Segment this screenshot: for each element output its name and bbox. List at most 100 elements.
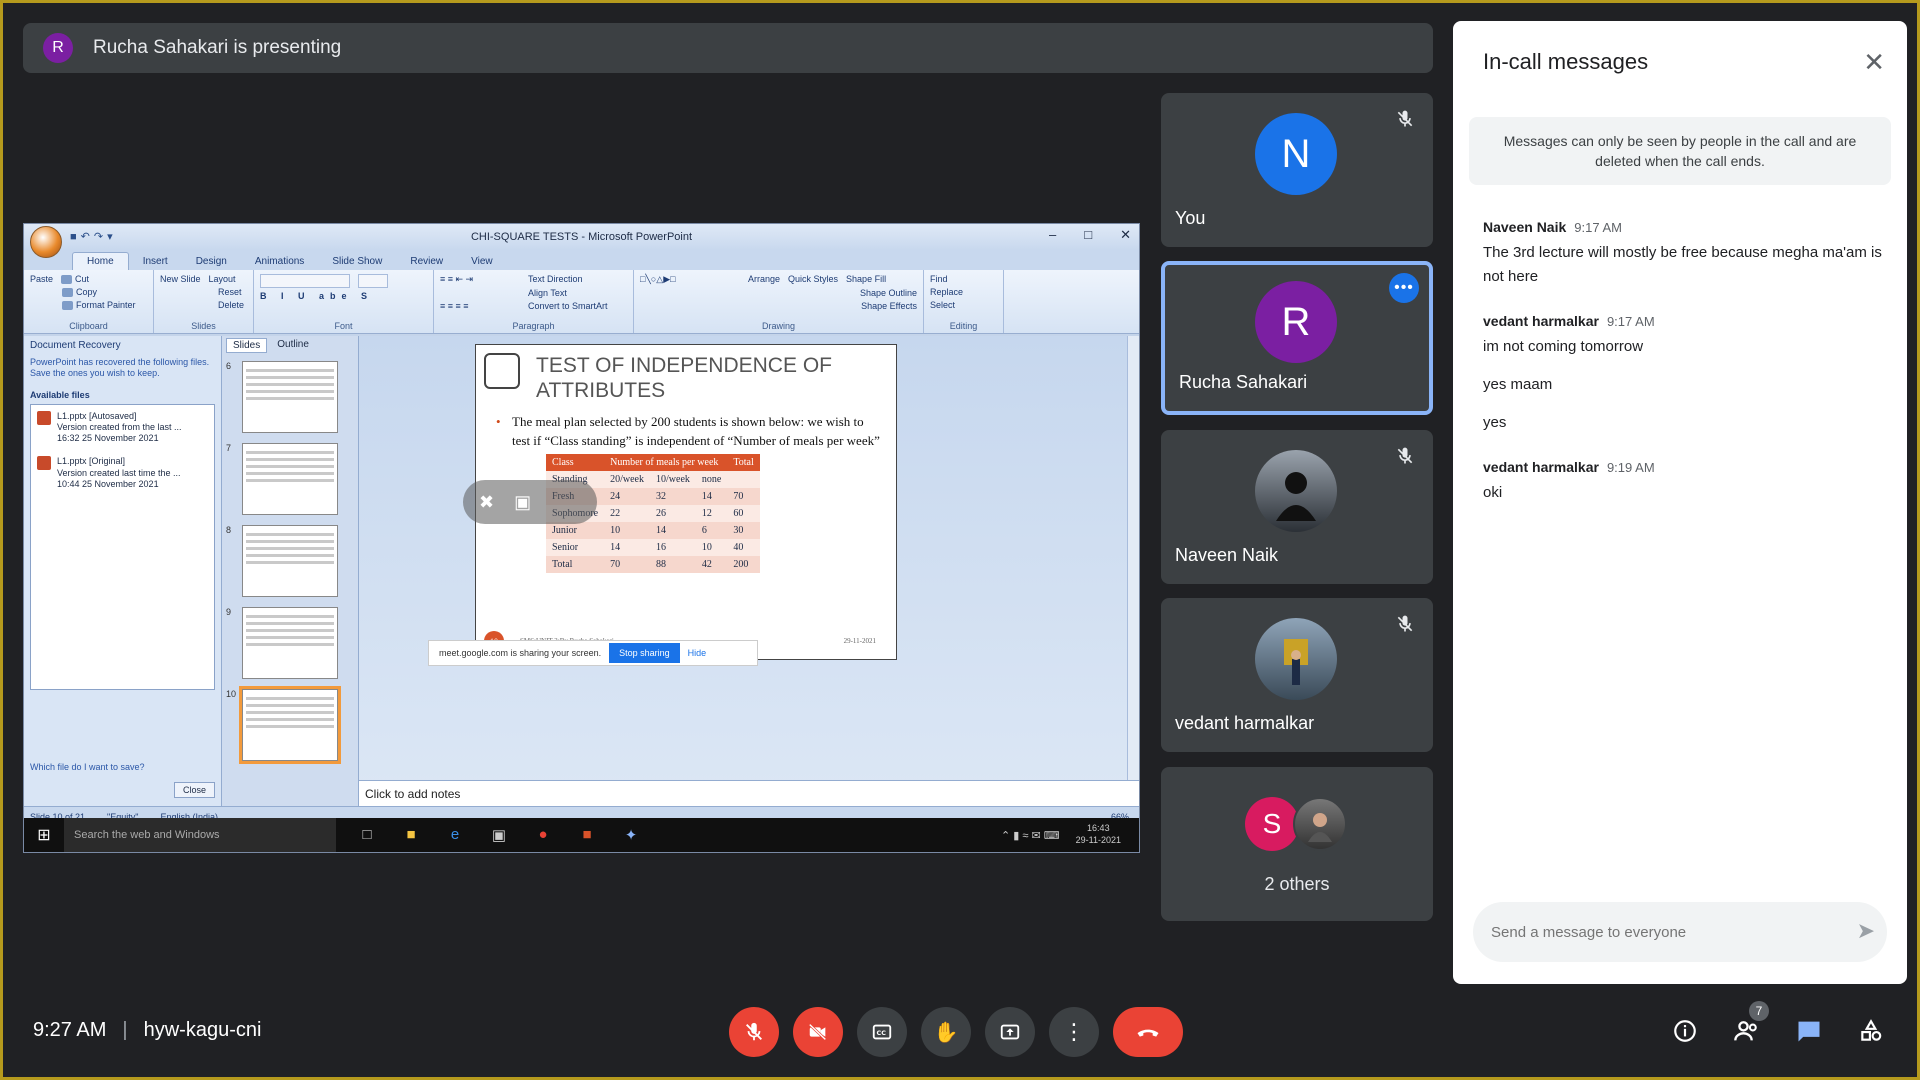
convert-smartart-button: Convert to SmartArt: [528, 301, 608, 311]
meeting-code[interactable]: hyw-kagu-cni: [144, 1019, 262, 1042]
slides-tab: Slides: [226, 338, 268, 353]
available-files-label: Available files: [30, 389, 90, 400]
mic-muted-icon: [1395, 109, 1415, 134]
captions-icon: CC: [872, 1024, 892, 1040]
table-cell: 24: [604, 487, 650, 505]
table-row: Junior 10 14 6 30: [546, 521, 760, 539]
participant-tile-vedant[interactable]: vedant harmalkar: [1161, 598, 1433, 752]
mic-muted-icon: [1395, 614, 1415, 639]
slide-date: 29-11-2021: [843, 637, 876, 645]
raise-hand-button[interactable]: ✋: [921, 1007, 971, 1057]
ppt-tab-animations: Animations: [254, 256, 305, 267]
select-button: Select: [930, 300, 956, 310]
copy-label: Copy: [76, 287, 98, 298]
font-size-box: [358, 274, 388, 288]
slide-thumbnail: 6: [226, 361, 354, 433]
table-cell: Senior: [546, 538, 605, 556]
chat-button[interactable]: [1793, 1015, 1825, 1047]
meeting-details-button[interactable]: [1669, 1015, 1701, 1047]
table-cell: 6: [695, 521, 728, 539]
windows-taskbar: ⊞ Search the web and Windows □ ■ e ▣ ● ■…: [24, 818, 1139, 852]
quick-access-toolbar: ■↶↷▾: [70, 231, 117, 243]
message-text: yes: [1483, 414, 1507, 431]
file-desc: Version created from the last ...: [57, 421, 182, 432]
send-icon[interactable]: ➤: [1857, 918, 1875, 944]
thumb-number: 7: [226, 443, 232, 453]
text-direction-button: Text Direction: [528, 274, 583, 284]
table-cell: 40: [727, 538, 760, 556]
font-name-box: [260, 274, 350, 288]
participant-tile-presenter[interactable]: R ••• Rucha Sahakari: [1161, 261, 1433, 415]
ppt-tab-design: Design: [195, 256, 227, 267]
cut-icon: [61, 275, 73, 285]
message-group: Naveen Naik 9:17 AM The 3rd lecture will …: [1483, 219, 1883, 289]
people-button[interactable]: 7: [1731, 1001, 1769, 1047]
activities-icon: [1861, 1019, 1882, 1041]
more-options-icon[interactable]: •••: [1389, 273, 1419, 303]
activities-button[interactable]: [1855, 1015, 1887, 1047]
table-row: Senior 14 16 10 40: [546, 538, 760, 556]
panel-title: In-call messages: [1483, 49, 1649, 74]
copy-icon: [62, 288, 73, 298]
table-cell: 22: [604, 504, 650, 522]
participant-tile-others[interactable]: S 2 others: [1161, 767, 1433, 921]
table-cell: 88: [650, 555, 696, 573]
table-cell: Total: [546, 555, 605, 573]
mic-off-icon: [746, 1022, 762, 1041]
align-text-button: Align Text: [528, 288, 567, 298]
avatar: N: [1255, 113, 1337, 195]
participant-tile-naveen[interactable]: Naveen Naik: [1161, 430, 1433, 584]
more-options-button[interactable]: ⋮: [1049, 1007, 1099, 1057]
thumb-number: 10: [226, 689, 237, 699]
ppt-body: Document Recovery PowerPoint has recover…: [24, 336, 1139, 806]
presenting-text: Rucha Sahakari is presenting: [93, 37, 342, 58]
floating-presenter-controls: ✖ ▣: [463, 480, 597, 524]
outline-tab: Outline: [277, 339, 309, 350]
camera-toggle-button[interactable]: [793, 1007, 843, 1057]
table-cell: [727, 470, 760, 488]
ppt-ribbon-tabs: Home Insert Design Animations Slide Show…: [24, 250, 1139, 270]
find-button: Find: [930, 274, 948, 284]
screen-share-bar: meet.google.com is sharing your screen. …: [428, 640, 758, 666]
present-now-button[interactable]: [985, 1007, 1035, 1057]
file-time: 10:44 25 November 2021: [57, 478, 159, 489]
mic-toggle-button[interactable]: [729, 1007, 779, 1057]
recovery-message: PowerPoint has recovered the following f…: [30, 357, 210, 379]
avatar-photo: [1255, 618, 1337, 700]
message-text: oki: [1483, 484, 1503, 501]
layout-button: Layout: [208, 274, 236, 284]
close-icon[interactable]: ✕: [1863, 47, 1885, 78]
notes-pane: Click to add notes: [359, 780, 1139, 806]
system-tray: ⌃ ▮ ≈ ✉ ⌨ 16:43 29-11-2021: [1001, 823, 1121, 846]
store-icon: ▣: [491, 827, 507, 844]
windows-start-icon: ⊞: [37, 827, 51, 844]
hang-up-icon: [1137, 1029, 1159, 1037]
leave-call-button[interactable]: [1113, 1007, 1183, 1057]
table-cell: 60: [727, 504, 760, 522]
slide-editing-area: TEST OF INDEPENDENCE OF ATTRIBUTES The m…: [359, 336, 1139, 806]
editing-label: Editing: [949, 321, 978, 331]
which-file-link: Which file do I want to save?: [30, 762, 145, 772]
participant-name: You: [1175, 208, 1206, 228]
close-icon: ✕: [1120, 227, 1131, 242]
paste-button: Paste: [30, 274, 54, 284]
taskbar-clock: 16:43 29-11-2021: [1076, 823, 1121, 846]
clipboard-group: Paste Cut Copy Format Painter Clipboard: [24, 270, 154, 333]
presenting-banner: R Rucha Sahakari is presenting: [23, 23, 1433, 73]
ppt-tab-view: View: [471, 256, 493, 267]
file-desc: Version created last time the ...: [57, 467, 181, 478]
presented-screen: ■↶↷▾ CHI-SQUARE TESTS - Microsoft PowerP…: [23, 223, 1140, 853]
table-cell: none: [695, 470, 728, 488]
slide-thumbnail: 8: [226, 525, 354, 597]
people-icon: [1734, 1021, 1757, 1041]
participant-tile-you[interactable]: N You: [1161, 93, 1433, 247]
ppt-tab-review: Review: [410, 256, 444, 267]
message-sender: vedant harmalkar: [1483, 459, 1599, 475]
table-cell: 10: [604, 521, 650, 539]
taskbar-date: 29-11-2021: [1075, 835, 1121, 845]
list-icons: ≡ ≡ ⇤ ⇥: [440, 274, 474, 284]
captions-button[interactable]: CC: [857, 1007, 907, 1057]
table-cell: 10: [695, 538, 728, 556]
table-cell: 14: [695, 487, 728, 505]
chat-input[interactable]: [1473, 902, 1887, 962]
